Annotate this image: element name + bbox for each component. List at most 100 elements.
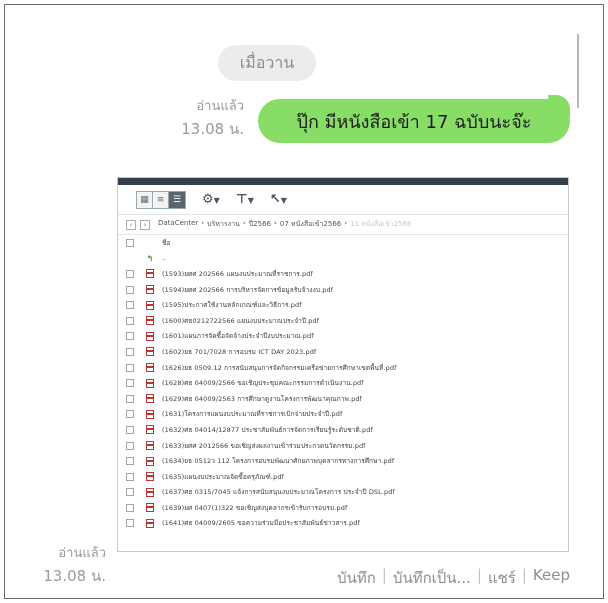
date-separator-chip: เมื่อวาน [218, 45, 316, 81]
file-checkbox [126, 472, 134, 481]
file-name: (1631)โครงการแผนงบประมาณที่ราชการเบิกจ่า… [162, 410, 343, 419]
fm-toolbar: ▦ ≡ ☰ ⚙▼ ⊤▼ ↖▼ [118, 185, 568, 215]
file-name: (1594)ยศศ 202566 การบริหารจัดการข้อมูลรั… [162, 285, 334, 294]
pdf-icon [146, 425, 154, 435]
message-meta: อ่านแล้ว 13.08 น. [150, 96, 244, 140]
file-name: (1626)ยธ 0509.12 การสนับสนุนการจัดกิจกรร… [162, 363, 397, 372]
parent-folder-row: ↰ .. [126, 251, 568, 267]
filter-icon: ⊤▼ [235, 192, 254, 207]
detail-view-icon: ☰ [169, 191, 185, 208]
save-link[interactable]: บันทึก [337, 566, 376, 590]
file-row: (1634)ยธ 0512ว 112 โครงการอบรมพัฒนาศักยภ… [126, 453, 568, 469]
file-checkbox [126, 503, 134, 512]
pdf-icon [146, 316, 154, 326]
read-status: อ่านแล้ว [58, 546, 106, 561]
file-row: (1639)ยศ 0407(1)322 ขอเชิญส่งบุคลากรเข้า… [126, 500, 568, 516]
file-checkbox [126, 519, 134, 528]
select-all-checkbox [126, 238, 134, 247]
file-row: (1628)ศธ 04009/2566 ขอเชิญประชุมคณะกรรมก… [126, 375, 568, 391]
message-bubble[interactable]: ปุ๊ก มีหนังสือเข้า 17 ฉบับนะจ๊ะ [258, 99, 570, 143]
share-link[interactable]: แชร์ [488, 566, 516, 590]
pdf-icon [146, 456, 154, 466]
file-checkbox [126, 269, 134, 278]
file-name: (1629)ศธ 04009/2563 การศึกษาดูงานโครงการ… [162, 394, 362, 403]
file-row: (1629)ศธ 04009/2563 การศึกษาดูงานโครงการ… [126, 391, 568, 407]
pdf-icon [146, 394, 154, 404]
file-checkbox [126, 285, 134, 294]
file-name: (1637)ศธ 0315/7045 แจ้งการสนับสนุนงบประม… [162, 488, 395, 497]
file-checkbox [126, 332, 134, 341]
file-row: (1641)ศธ 04009/2605 ขอความร่วมมือประชาสั… [126, 516, 568, 532]
gear-icon: ⚙▼ [202, 192, 220, 207]
file-checkbox [126, 347, 134, 356]
pdf-icon [146, 409, 154, 419]
back-icon: ‹ [126, 219, 136, 230]
window-topbar [118, 178, 568, 185]
pdf-icon [146, 347, 154, 357]
file-name: (1639)ยศ 0407(1)322 ขอเชิญส่งบุคลากรเข้า… [162, 503, 348, 512]
pdf-icon [146, 378, 154, 388]
breadcrumb-items: DataCenter › บริหารงาน › ปี2566 › 07 หนังสือเข… [158, 219, 411, 230]
pdf-icon [146, 285, 154, 295]
file-row: (1601)แผนการจัดซื้อจัดจ้างประจำปีงบประมา… [126, 329, 568, 345]
file-list: ชื่อ ↰ .. (1593)ยศศ 202566 แผนงบประมาณที… [118, 235, 568, 531]
breadcrumb: ‹ › DataCenter › บริหารงาน › ปี2566 › 07 หนังส… [118, 215, 568, 235]
file-checkbox [126, 301, 134, 310]
save-as-link[interactable]: บันทึกเป็น... [393, 566, 471, 590]
file-row: (1637)ศธ 0315/7045 แจ้งการสนับสนุนงบประม… [126, 485, 568, 501]
message-time: 13.08 น. [43, 567, 106, 585]
pdf-icon [146, 331, 154, 341]
file-checkbox [126, 363, 134, 372]
file-name: (1601)แผนการจัดซื้อจัดจ้างประจำปีงบประมา… [162, 332, 314, 341]
wrench-icon: ↖▼ [269, 192, 287, 207]
pdf-icon [146, 503, 154, 513]
file-checkbox [126, 379, 134, 388]
file-row: (1626)ยธ 0509.12 การสนับสนุนการจัดกิจกรร… [126, 360, 568, 376]
parent-folder-label: .. [162, 254, 167, 263]
file-row: (1632)ศธ 04014/12877 ประชาสัมพันธ์การจัด… [126, 422, 568, 438]
image-actions: บันทึก | บันทึกเป็น... | แชร์ | Keep [280, 566, 570, 590]
breadcrumb-separator: › [344, 219, 348, 227]
file-row: (1593)ยศศ 202566 แผนงบประมาณที่ราชการ.pd… [126, 266, 568, 282]
breadcrumb-item: 11 หนังสือเข้า2566 [350, 220, 412, 228]
breadcrumb-item: บริหารงาน [207, 220, 240, 228]
file-checkbox [126, 410, 134, 419]
forward-icon: › [140, 219, 150, 230]
pdf-icon [146, 487, 154, 497]
read-status: อ่านแล้ว [196, 99, 244, 114]
pdf-icon [146, 300, 154, 310]
file-name: (1635)แผนงบประมาณจัดซื้อครุภัณฑ์.pdf [162, 472, 284, 481]
file-name: (1628)ศธ 04009/2566 ขอเชิญประชุมคณะกรรมก… [162, 379, 364, 388]
file-name: (1593)ยศศ 202566 แผนงบประมาณที่ราชการ.pd… [162, 269, 313, 278]
grid-view-icon: ▦ [137, 191, 153, 208]
file-name: (1600)ศธ0212722566 แผนงบประมาณประจำปี.pd… [162, 316, 320, 325]
breadcrumb-item: 07 หนังสือเข้า2566 [279, 220, 342, 228]
up-folder-icon: ↰ [146, 253, 154, 263]
file-checkbox [126, 457, 134, 466]
pdf-icon [146, 472, 154, 482]
file-name: (1633)ยศศ 2012566 ขอเชิญส่งผลงานเข้าร่วม… [162, 441, 366, 450]
scrollbar[interactable] [577, 34, 579, 108]
file-checkbox [126, 425, 134, 434]
list-view-icon: ≡ [153, 191, 169, 208]
file-checkbox [126, 394, 134, 403]
file-name: (1632)ศธ 04014/12877 ประชาสัมพันธ์การจัด… [162, 425, 373, 434]
keep-link[interactable]: Keep [533, 566, 570, 590]
file-manager-image[interactable]: ▦ ≡ ☰ ⚙▼ ⊤▼ ↖▼ ‹ › DataCenter › บริหารงาน ›… [117, 177, 569, 552]
file-checkbox [126, 488, 134, 497]
file-row: (1595)ประกาศใช้งานหลักเกณฑ์และวิธีการ.pd… [126, 297, 568, 313]
pdf-icon [146, 363, 154, 373]
file-row: (1600)ศธ0212722566 แผนงบประมาณประจำปี.pd… [126, 313, 568, 329]
breadcrumb-item: DataCenter [158, 219, 199, 227]
file-checkbox [126, 316, 134, 325]
pdf-icon [146, 441, 154, 451]
file-row: (1633)ยศศ 2012566 ขอเชิญส่งผลงานเข้าร่วม… [126, 438, 568, 454]
file-row: (1635)แผนงบประมาณจัดซื้อครุภัณฑ์.pdf [126, 469, 568, 485]
file-row: (1631)โครงการแผนงบประมาณที่ราชการเบิกจ่า… [126, 407, 568, 423]
breadcrumb-separator: › [273, 219, 277, 227]
file-row: (1602)ยธ 701/7028 การอบรม ICT DAY 2023.p… [126, 344, 568, 360]
file-checkbox [126, 441, 134, 450]
view-switcher: ▦ ≡ ☰ [136, 190, 186, 209]
pdf-icon [146, 518, 154, 528]
message-time: 13.08 น. [181, 120, 244, 138]
